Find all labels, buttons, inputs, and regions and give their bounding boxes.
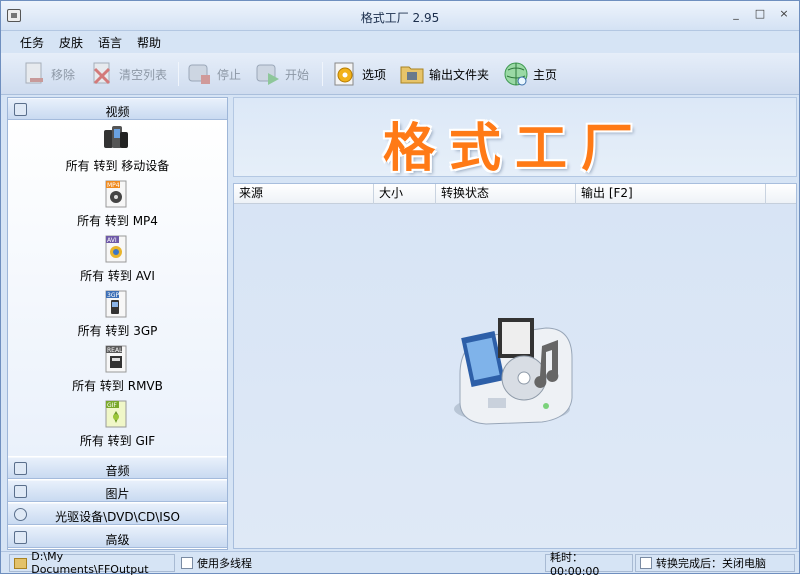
menu-bar: 任务 皮肤 语言 帮助 xyxy=(1,31,799,53)
toolbar: 移除 清空列表 停止 开始 选项 输出文件夹 主页 xyxy=(1,53,799,95)
menu-language[interactable]: 语言 xyxy=(98,34,122,51)
svg-text:AVI: AVI xyxy=(107,237,117,244)
shutdown-checkbox[interactable] xyxy=(640,557,652,569)
column-output[interactable]: 输出 [F2] xyxy=(576,184,766,204)
status-bar: D:\My Documents\FFOutput 使用多线程 耗时：00:00:… xyxy=(1,550,799,578)
section-video[interactable]: 视频 xyxy=(8,98,227,120)
list-item-avi[interactable]: AVI 所有 转到 AVI xyxy=(8,231,227,286)
list-item-mp4[interactable]: MP4 所有 转到 MP4 xyxy=(8,176,227,231)
list-item-gif[interactable]: GIF 所有 转到 GIF xyxy=(8,396,227,451)
column-source[interactable]: 来源 xyxy=(234,184,374,204)
window-title: 格式工厂 2.95 xyxy=(360,11,440,25)
svg-text:REAL: REAL xyxy=(107,347,123,354)
column-size[interactable]: 大小 xyxy=(374,184,436,204)
svg-text:GIF: GIF xyxy=(107,402,117,409)
format-factory-logo-icon xyxy=(454,318,573,425)
stop-icon xyxy=(188,64,210,84)
3gp-icon: 3GP xyxy=(105,290,127,318)
list-item-3gp[interactable]: 3GP 所有 转到 3GP xyxy=(8,286,227,341)
output-folder-button[interactable]: 输出文件夹 xyxy=(399,58,489,90)
home-button[interactable]: 主页 xyxy=(503,58,557,90)
folder-icon xyxy=(400,66,424,84)
elapsed-time: 耗时：00:00:00 xyxy=(545,551,633,578)
task-list[interactable]: 来源 大小 转换状态 输出 [F2] xyxy=(233,183,797,549)
category-panel: 视频 所有 转到 移动设备 MP4 所有 转到 MP4 AVI 所有 转到 AV… xyxy=(7,97,228,550)
maximize-button[interactable]: □ xyxy=(753,7,767,21)
column-status[interactable]: 转换状态 xyxy=(436,184,576,204)
svg-text:MP4: MP4 xyxy=(107,182,120,189)
list-item-rmvb[interactable]: REAL 所有 转到 RMVB xyxy=(8,341,227,396)
logo-banner: 格式工厂 xyxy=(233,97,797,179)
after-done-option[interactable]: 转换完成后：关闭电脑 xyxy=(635,554,795,572)
table-header: 来源 大小 转换状态 输出 [F2] xyxy=(234,184,796,204)
clear-icon xyxy=(93,62,111,85)
mp4-icon: MP4 xyxy=(105,180,127,208)
minimize-button[interactable]: _ xyxy=(729,7,743,21)
avi-icon: AVI xyxy=(105,235,127,263)
gear-icon xyxy=(334,62,354,86)
section-audio[interactable]: 音频 xyxy=(8,457,227,479)
start-icon xyxy=(256,64,279,85)
multithread-checkbox[interactable] xyxy=(181,557,193,569)
options-button[interactable]: 选项 xyxy=(332,58,386,90)
output-path[interactable]: D:\My Documents\FFOutput xyxy=(9,550,175,576)
section-image[interactable]: 图片 xyxy=(8,480,227,502)
folder-icon xyxy=(14,557,28,569)
clear-list-button[interactable]: 清空列表 xyxy=(89,58,167,90)
rmvb-icon: REAL xyxy=(105,345,127,373)
start-button[interactable]: 开始 xyxy=(255,58,309,90)
multithread-option[interactable]: 使用多线程 xyxy=(177,554,543,572)
menu-task[interactable]: 任务 xyxy=(20,34,44,51)
remove-icon xyxy=(25,62,43,84)
video-format-list: 所有 转到 移动设备 MP4 所有 转到 MP4 AVI 所有 转到 AVI 3… xyxy=(8,121,227,456)
globe-icon xyxy=(504,62,528,86)
menu-help[interactable]: 帮助 xyxy=(137,34,161,51)
remove-button[interactable]: 移除 xyxy=(21,58,75,90)
section-disc[interactable]: 光驱设备\DVD\CD\ISO xyxy=(8,503,227,525)
stop-button[interactable]: 停止 xyxy=(187,58,241,90)
close-button[interactable]: × xyxy=(777,7,791,21)
gif-icon: GIF xyxy=(105,400,127,428)
list-item-mobile[interactable]: 所有 转到 移动设备 xyxy=(8,121,227,176)
menu-skin[interactable]: 皮肤 xyxy=(59,34,83,51)
svg-text:3GP: 3GP xyxy=(107,292,119,299)
app-logo: 格式工厂 xyxy=(382,119,647,179)
mobile-devices-icon xyxy=(104,126,128,148)
app-window: 格式工厂 2.95 _ □ × 任务 皮肤 语言 帮助 移除 清空列表 停止 开… xyxy=(0,0,800,578)
section-advanced[interactable]: 高级 xyxy=(8,526,227,548)
title-bar: 格式工厂 2.95 _ □ × xyxy=(1,1,799,31)
